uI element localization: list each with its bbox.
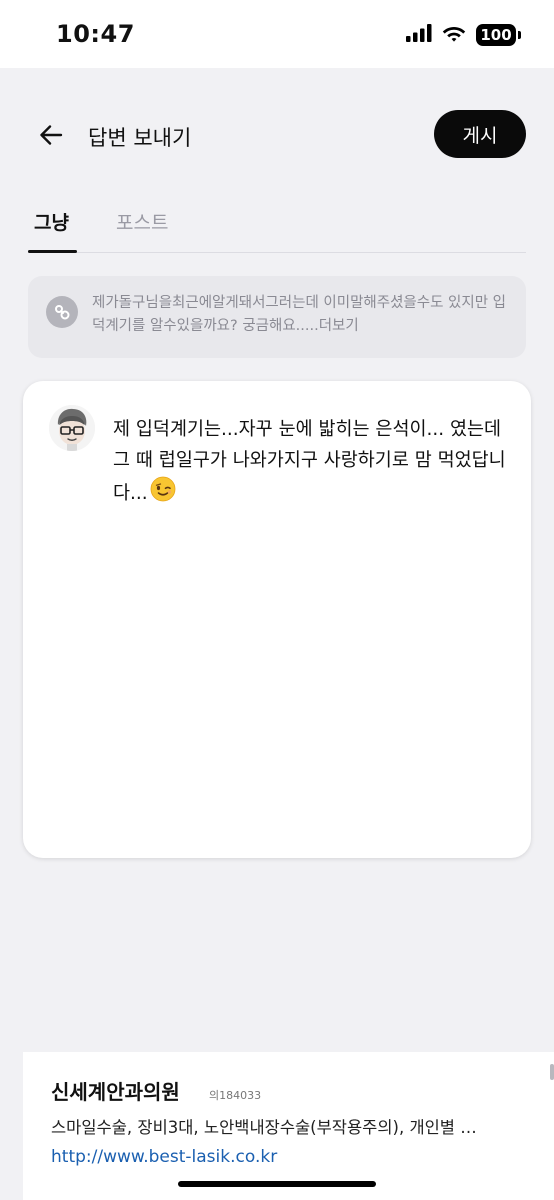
reply-type-tabs: 그냥 포스트 bbox=[28, 196, 526, 253]
ad-url-link[interactable]: http://www.best-lasik.co.kr bbox=[51, 1147, 277, 1167]
tab-just[interactable]: 그냥 bbox=[34, 208, 69, 235]
status-bar: 10:47 100 bbox=[0, 0, 554, 68]
reply-composer[interactable]: 제 입덕계기는...자꾸 눈에 밟히는 은석이... 였는데 그 때 럽일구가 … bbox=[23, 381, 531, 858]
ad-edge-marker bbox=[550, 1064, 554, 1080]
status-time: 10:47 bbox=[56, 20, 135, 48]
ad-title[interactable]: 신세계안과의원 bbox=[51, 1076, 180, 1105]
status-icons: 100 bbox=[406, 24, 521, 46]
ad-license-number: 의184033 bbox=[209, 1089, 262, 1102]
quoted-question[interactable]: 제가돌구님을최근에알게돼서그러는데 이미말해주셨을수도 있지만 입덕계기를 알수… bbox=[28, 276, 526, 358]
reply-message[interactable]: 제 입덕계기는...자꾸 눈에 밟히는 은석이... 였는데 그 때 럽일구가 … bbox=[113, 414, 513, 512]
arrow-left-icon bbox=[40, 125, 63, 145]
wifi-icon bbox=[442, 24, 466, 46]
ad-description: 스마일수술, 장비3대, 노안백내장수술(부작용주의), 개인별 … bbox=[51, 1118, 477, 1137]
anonymous-avatar-icon bbox=[46, 296, 78, 328]
winking-face-emoji-icon bbox=[150, 476, 176, 512]
tab-post[interactable]: 포스트 bbox=[116, 208, 168, 235]
battery-indicator: 100 bbox=[476, 24, 521, 46]
active-tab-indicator bbox=[28, 250, 77, 253]
page-title: 답변 보내기 bbox=[88, 126, 192, 150]
signal-icon bbox=[406, 24, 432, 46]
post-button[interactable]: 게시 bbox=[434, 110, 526, 158]
reply-header: 답변 보내기 게시 bbox=[0, 68, 554, 198]
back-button[interactable] bbox=[36, 120, 66, 150]
ad-banner[interactable]: 신세계안과의원 의184033 스마일수술, 장비3대, 노안백내장수술(부작용… bbox=[23, 1052, 554, 1200]
home-indicator[interactable] bbox=[178, 1181, 376, 1187]
user-avatar bbox=[49, 405, 95, 451]
quoted-question-text: 제가돌구님을최근에알게돼서그러는데 이미말해주셨을수도 있지만 입덕계기를 알수… bbox=[92, 295, 507, 334]
